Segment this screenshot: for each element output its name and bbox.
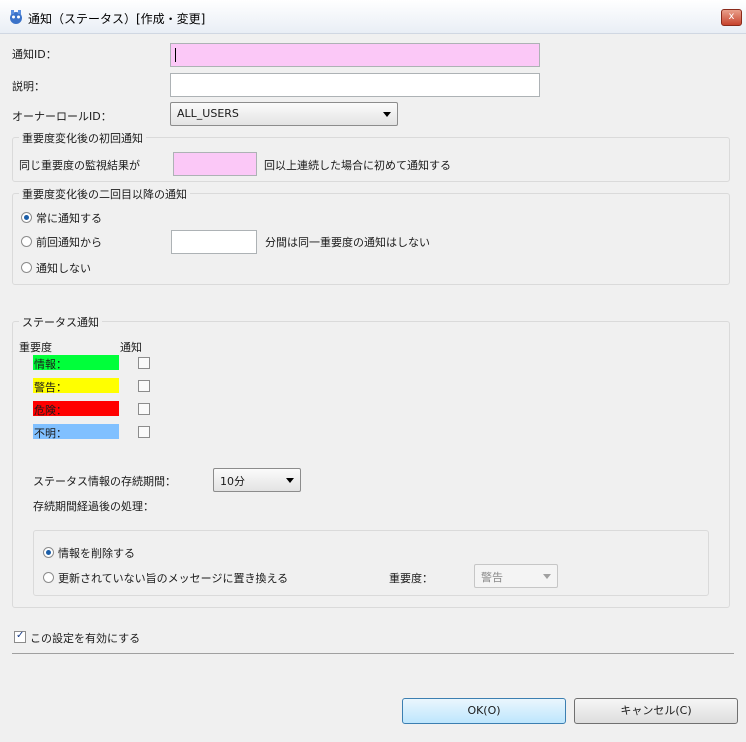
severity-warning-label: 警告： (34, 381, 67, 394)
severity-column-header: 重要度 (19, 341, 52, 354)
retention-select[interactable]: 10分 (213, 468, 301, 492)
repeat-notify-group: 重要度変化後の二回目以降の通知 常に通知する 前回通知から 分間は同一重要度の通… (12, 186, 730, 285)
divider (12, 653, 734, 654)
owner-role-value: ALL_USERS (177, 107, 239, 120)
radio-no-notify[interactable] (21, 262, 32, 273)
always-notify-label[interactable]: 常に通知する (36, 210, 102, 226)
interval-notify-suffix: 分間は同一重要度の通知はしない (265, 236, 430, 249)
after-expiry-label: 存続期間経過後の処理： (33, 500, 154, 513)
severity-warning-checkbox[interactable] (138, 380, 150, 392)
dialog-window: 通知（ステータス）[作成・変更] x 通知ID： 説明： オーナーロールID： … (0, 0, 746, 742)
retention-value: 10分 (220, 475, 245, 488)
chevron-down-icon (383, 112, 391, 117)
owner-role-select[interactable]: ALL_USERS (170, 102, 398, 126)
app-icon (10, 10, 22, 24)
ok-button[interactable]: OK(O) (402, 698, 566, 724)
notify-column-header: 通知 (120, 341, 142, 354)
after-expiry-group: 情報を削除する 更新されていない旨のメッセージに置き換える 重要度： 警告 (33, 530, 709, 596)
repeat-notify-title: 重要度変化後の二回目以降の通知 (19, 186, 190, 202)
chevron-down-icon (543, 574, 551, 579)
severity-warning: 警告： (33, 378, 119, 394)
replace-message-label[interactable]: 更新されていない旨のメッセージに置き換える (58, 570, 288, 586)
interval-minutes-input[interactable] (171, 230, 257, 254)
enable-label[interactable]: この設定を有効にする (30, 630, 140, 646)
cancel-button[interactable]: キャンセル(C) (574, 698, 738, 724)
severity-info: 情報： (33, 355, 119, 371)
replace-severity-value: 警告 (481, 571, 503, 584)
enable-checkbox[interactable] (14, 630, 26, 643)
owner-role-label: オーナーロールID： (12, 110, 112, 123)
text-caret (175, 48, 176, 62)
retention-label: ステータス情報の存続期間： (33, 475, 176, 488)
description-input[interactable] (170, 73, 540, 97)
description-label: 説明： (12, 80, 45, 93)
first-notify-title: 重要度変化後の初回通知 (19, 130, 146, 146)
notify-id-input[interactable] (170, 43, 540, 67)
severity-info-checkbox[interactable] (138, 357, 150, 369)
severity-critical-label: 危険： (34, 404, 67, 417)
radio-interval-notify[interactable] (21, 236, 32, 247)
severity-unknown: 不明： (33, 424, 119, 440)
severity-critical: 危険： (33, 401, 119, 417)
first-notify-prefix: 同じ重要度の監視結果が (19, 159, 140, 172)
severity-unknown-label: 不明： (34, 427, 67, 440)
replace-severity-select[interactable]: 警告 (474, 564, 558, 588)
first-notify-suffix: 回以上連続した場合に初めて通知する (264, 159, 451, 172)
radio-always-notify[interactable] (21, 212, 32, 223)
window-title: 通知（ステータス）[作成・変更] (28, 12, 206, 26)
status-notify-title: ステータス通知 (19, 314, 102, 330)
title-bar[interactable]: 通知（ステータス）[作成・変更] x (0, 0, 746, 34)
severity-info-label: 情報： (34, 358, 67, 371)
first-notify-group: 重要度変化後の初回通知 同じ重要度の監視結果が 回以上連続した場合に初めて通知す… (12, 130, 730, 182)
radio-delete-info[interactable] (43, 547, 54, 558)
interval-notify-label[interactable]: 前回通知から (36, 234, 102, 250)
notify-id-label: 通知ID： (12, 48, 57, 61)
chevron-down-icon (286, 478, 294, 483)
severity-critical-checkbox[interactable] (138, 403, 150, 415)
first-notify-count-input[interactable] (173, 152, 257, 176)
delete-info-label[interactable]: 情報を削除する (58, 545, 135, 561)
replace-severity-label: 重要度： (389, 572, 433, 585)
radio-replace-message[interactable] (43, 572, 54, 583)
severity-unknown-checkbox[interactable] (138, 426, 150, 438)
close-button[interactable]: x (721, 9, 742, 26)
no-notify-label[interactable]: 通知しない (36, 260, 91, 276)
